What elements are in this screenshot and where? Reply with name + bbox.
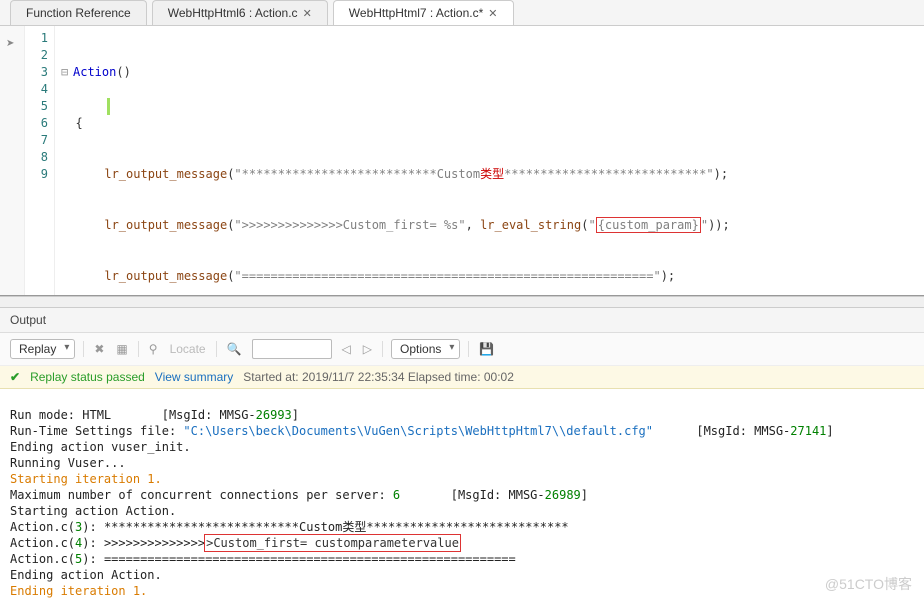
- custom-param-highlight: {custom_param}: [596, 217, 701, 233]
- separator: [382, 341, 383, 357]
- tab-function-reference[interactable]: Function Reference: [10, 0, 147, 25]
- code-area[interactable]: ⊟Action() { lr_output_message("*********…: [55, 26, 924, 295]
- tab-action-c-6[interactable]: WebHttpHtml6 : Action.c ✕: [152, 0, 328, 25]
- line-highlight: [107, 98, 110, 115]
- tab-label: Function Reference: [26, 6, 131, 20]
- prev-icon[interactable]: ◁: [340, 340, 353, 358]
- separator: [138, 341, 139, 357]
- delete-icon[interactable]: ✖: [92, 340, 106, 358]
- save-icon[interactable]: 💾: [477, 340, 496, 358]
- bookmark-icon: ➤: [6, 38, 14, 49]
- separator: [83, 341, 84, 357]
- watermark: @51CTO博客: [825, 574, 912, 594]
- search-input[interactable]: [252, 339, 332, 359]
- close-icon[interactable]: ✕: [488, 7, 497, 20]
- tab-label: WebHttpHtml6 : Action.c: [168, 6, 298, 20]
- status-passed: Replay status passed: [30, 370, 145, 384]
- output-toolbar: Replay ✖ ▦ ⚲ Locate 🔍 ◁ ▷ Options 💾: [0, 333, 924, 366]
- grid-icon[interactable]: ▦: [114, 340, 129, 358]
- search-icon[interactable]: 🔍: [225, 340, 244, 358]
- status-time: Started at: 2019/11/7 22:35:34 Elapsed t…: [243, 370, 514, 384]
- close-icon[interactable]: ✕: [303, 7, 312, 20]
- locate-icon[interactable]: ⚲: [147, 340, 160, 358]
- tab-action-c-7[interactable]: WebHttpHtml7 : Action.c* ✕: [333, 0, 514, 25]
- fold-icon[interactable]: ⊟: [61, 64, 73, 81]
- locate-button[interactable]: Locate: [168, 340, 208, 358]
- tab-bar: Function Reference WebHttpHtml6 : Action…: [0, 0, 924, 26]
- options-dropdown[interactable]: Options: [391, 339, 460, 359]
- line-numbers: 1 2 3 4 5 6 7 8 9: [25, 26, 55, 295]
- replay-dropdown[interactable]: Replay: [10, 339, 75, 359]
- tab-label: WebHttpHtml7 : Action.c*: [349, 6, 484, 20]
- separator: [468, 341, 469, 357]
- code-editor[interactable]: ➤ 1 2 3 4 5 6 7 8 9 ⊟Action() { lr_outpu…: [0, 26, 924, 296]
- replay-status-bar: ✔ Replay status passed View summary Star…: [0, 366, 924, 389]
- check-icon: ✔: [10, 370, 20, 384]
- output-highlight: >Custom_first= customparametervalue: [205, 535, 460, 551]
- separator: [216, 341, 217, 357]
- splitter[interactable]: [0, 296, 924, 308]
- view-summary-link[interactable]: View summary: [155, 370, 233, 384]
- editor-gutter: ➤: [0, 26, 25, 295]
- next-icon[interactable]: ▷: [361, 340, 374, 358]
- output-log[interactable]: Run mode: HTML [MsgId: MMSG-26993] Run-T…: [0, 389, 924, 600]
- output-panel-title: Output: [0, 308, 924, 333]
